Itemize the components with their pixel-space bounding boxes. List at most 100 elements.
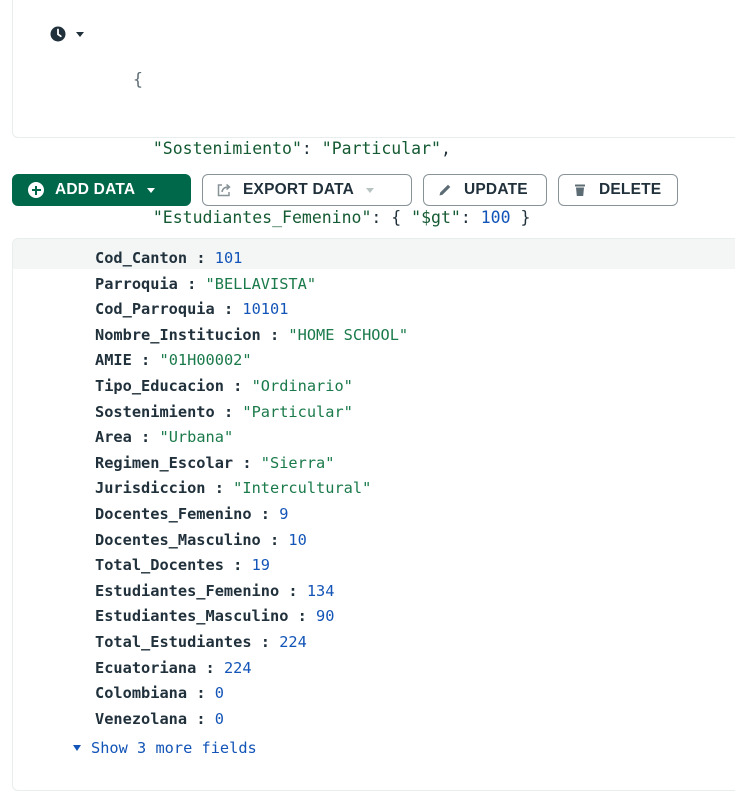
document-field-row[interactable]: Estudiantes_Masculino : 90: [95, 604, 408, 630]
field-value: "01H00002": [159, 351, 252, 370]
field-key: Estudiantes_Femenino: [95, 581, 280, 600]
delete-button[interactable]: DELETE: [558, 174, 678, 206]
field-value: 9: [279, 504, 289, 523]
field-key: Total_Estudiantes: [95, 632, 252, 651]
field-separator: :: [223, 556, 252, 575]
field-separator: :: [260, 325, 289, 344]
field-value: "Sierra": [260, 453, 335, 472]
field-separator: :: [131, 351, 160, 370]
add-data-label: ADD DATA: [55, 181, 136, 198]
field-key: Jurisdiccion: [95, 479, 206, 498]
field-separator: :: [251, 632, 280, 651]
field-separator: :: [214, 300, 243, 319]
field-key: Regimen_Escolar: [95, 453, 234, 472]
field-key: Docentes_Femenino: [95, 504, 252, 523]
document-field-row[interactable]: Area : "Urbana": [95, 425, 408, 451]
field-value: 134: [306, 581, 335, 600]
export-data-button[interactable]: EXPORT DATA: [202, 174, 412, 206]
document-field-row[interactable]: Total_Docentes : 19: [95, 553, 408, 579]
field-separator: :: [187, 684, 215, 703]
field-separator: :: [131, 428, 160, 447]
document-card: Cod_Canton : 101 Parroquia : "BELLAVISTA"…: [12, 238, 735, 791]
field-key: Cod_Parroquia: [95, 300, 215, 319]
document-field-row[interactable]: Venezolana : 0: [95, 707, 408, 733]
update-button[interactable]: UPDATE: [423, 174, 547, 206]
field-key: Sostenimiento: [95, 402, 215, 421]
field-separator: :: [214, 402, 243, 421]
field-value: 0: [214, 709, 224, 728]
caret-down-icon: [73, 745, 81, 751]
field-value: 0: [214, 684, 224, 703]
document-field-row[interactable]: Cod_Parroquia : 10101: [95, 297, 408, 323]
export-data-label: EXPORT DATA: [243, 181, 354, 198]
field-value: "BELLAVISTA": [205, 274, 317, 293]
document-field-row[interactable]: Estudiantes_Femenino : 134: [95, 579, 408, 605]
field-value: "Intercultural": [233, 479, 372, 498]
document-field-row[interactable]: Tipo_Educacion : "Ordinario": [95, 374, 408, 400]
document-field-row[interactable]: Colombiana : 0: [95, 681, 408, 707]
field-value: 90: [316, 607, 335, 626]
field-separator: :: [187, 249, 215, 267]
query-history-button[interactable]: [50, 26, 84, 42]
field-key: Venezolana: [95, 709, 188, 728]
chevron-down-icon: [366, 187, 374, 193]
document-field-row[interactable]: Nombre_Institucion : "HOME SCHOOL": [95, 323, 408, 349]
field-key: Docentes_Masculino: [95, 530, 261, 549]
field-separator: :: [196, 658, 224, 677]
add-data-button[interactable]: ADD DATA: [12, 174, 191, 206]
field-key: AMIE: [95, 351, 132, 370]
documents-toolbar: ADD DATA EXPORT DATA UPDATE DELETE: [12, 174, 678, 206]
field-value: "HOME SCHOOL": [288, 325, 409, 344]
field-key: Colombiana: [95, 684, 188, 703]
chevron-down-icon: [76, 31, 84, 37]
trash-icon: [571, 181, 589, 199]
update-label: UPDATE: [464, 181, 528, 198]
field-value: 19: [251, 556, 270, 575]
query-open-brace: {: [133, 70, 143, 89]
document-field-row[interactable]: Cod_Canton : 101: [95, 246, 408, 272]
query-panel: { "Sostenimiento": "Particular", "Estudi…: [12, 0, 735, 296]
field-value: "Urbana": [159, 428, 234, 447]
query-comma: ,: [440, 139, 451, 158]
field-value: 101: [214, 249, 243, 267]
field-separator: :: [251, 504, 280, 523]
query-key: "Estudiantes_Femenino": [152, 208, 372, 227]
chevron-down-icon: [147, 187, 156, 193]
document-field-row[interactable]: Jurisdiccion : "Intercultural": [95, 476, 408, 502]
document-field-row[interactable]: Sostenimiento : "Particular": [95, 400, 408, 426]
document-field-row[interactable]: Docentes_Femenino : 9: [95, 502, 408, 528]
show-more-fields-button[interactable]: Show 3 more fields: [73, 739, 257, 757]
field-value: 10: [288, 530, 307, 549]
query-key: "Sostenimiento": [152, 139, 302, 158]
pencil-icon: [436, 181, 454, 199]
field-separator: :: [279, 581, 307, 600]
document-field-row[interactable]: AMIE : "01H00002": [95, 348, 408, 374]
query-object-close: }: [510, 208, 531, 227]
field-separator: :: [205, 479, 234, 498]
query-colon: :: [460, 208, 481, 227]
query-operator: "$gt": [411, 208, 461, 227]
field-value: 224: [223, 658, 252, 677]
field-separator: :: [177, 274, 206, 293]
field-value: "Particular": [242, 402, 353, 421]
field-key: Nombre_Institucion: [95, 325, 261, 344]
field-key: Area: [95, 428, 132, 447]
field-separator: :: [223, 376, 252, 395]
field-value: 224: [279, 632, 307, 651]
field-key: Estudiantes_Masculino: [95, 607, 289, 626]
field-key: Parroquia: [95, 274, 178, 293]
query-operator-value: 100: [480, 208, 511, 227]
query-object-open: {: [391, 208, 412, 227]
document-field-row[interactable]: Docentes_Masculino : 10: [95, 528, 408, 554]
query-colon: :: [301, 139, 322, 158]
document-field-row[interactable]: Regimen_Escolar : "Sierra": [95, 451, 408, 477]
export-icon: [215, 181, 233, 199]
query-colon: :: [371, 208, 392, 227]
document-field-row[interactable]: Ecuatoriana : 224: [95, 656, 408, 682]
field-key: Cod_Canton: [95, 249, 188, 267]
field-separator: :: [288, 607, 317, 626]
delete-label: DELETE: [599, 181, 662, 198]
document-field-row[interactable]: Parroquia : "BELLAVISTA": [95, 272, 408, 298]
document-field-row[interactable]: Total_Estudiantes : 224: [95, 630, 408, 656]
field-separator: :: [260, 530, 289, 549]
